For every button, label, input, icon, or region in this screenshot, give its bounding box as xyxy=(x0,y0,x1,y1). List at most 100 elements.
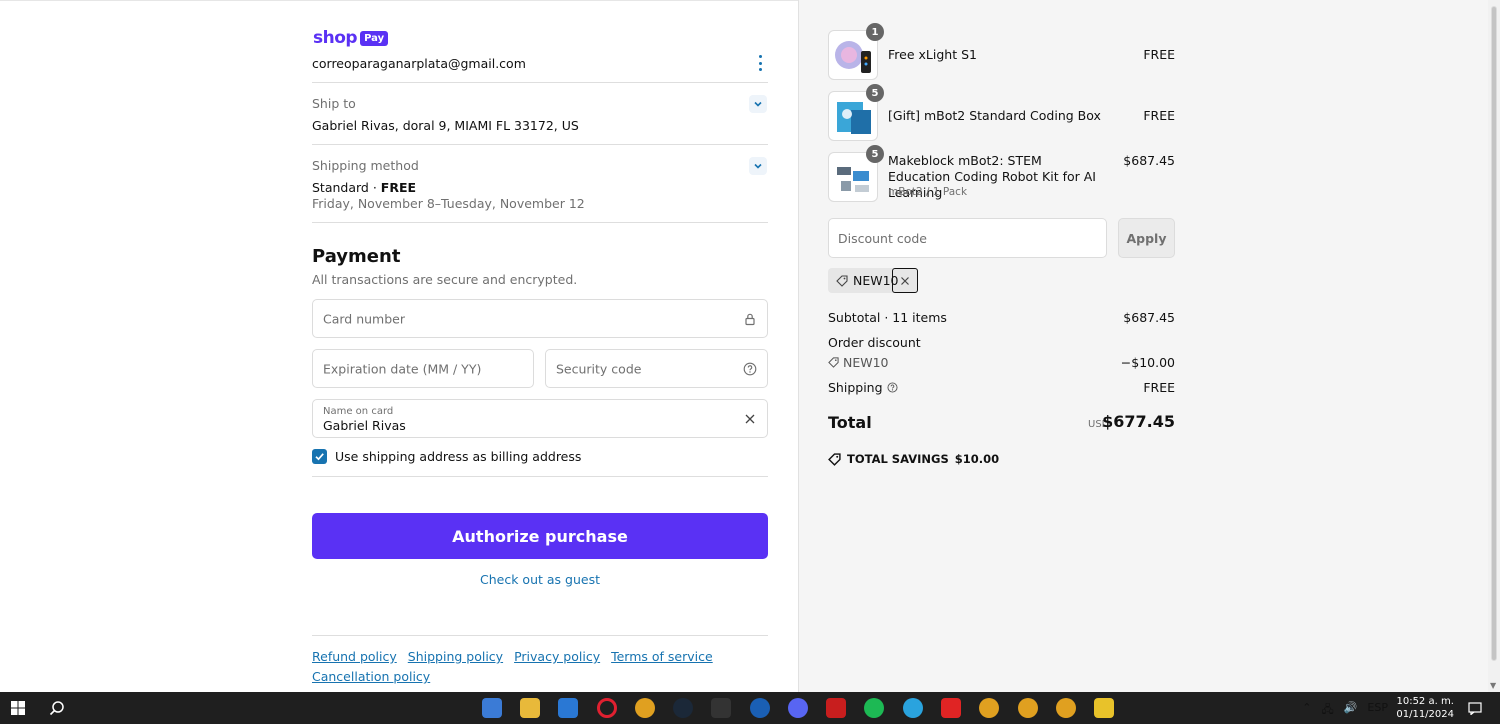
ship-to-address: Gabriel Rivas, doral 9, MIAMI FL 33172, … xyxy=(312,118,579,133)
billing-address-checkbox[interactable] xyxy=(312,449,327,464)
chrome-icon[interactable] xyxy=(979,698,999,718)
app-icon[interactable] xyxy=(750,698,770,718)
security-code-field[interactable]: Security code xyxy=(545,349,768,388)
help-circle-icon[interactable] xyxy=(886,382,898,393)
help-circle-icon[interactable] xyxy=(743,362,757,376)
shipping-row: Shipping FREE xyxy=(828,380,1175,395)
file-explorer-icon[interactable] xyxy=(520,698,540,718)
network-icon[interactable]: 🖧 xyxy=(1321,701,1333,720)
order-item: 5 [Gift] mBot2 Standard Coding Box FREE xyxy=(828,84,1175,141)
scroll-down-icon[interactable]: ▼ xyxy=(1490,681,1496,690)
notifications-icon[interactable] xyxy=(1465,698,1485,718)
item-variant: mBot2 / 1 Pack xyxy=(888,186,968,198)
privacy-policy-link[interactable]: Privacy policy xyxy=(514,649,600,664)
discord-icon[interactable] xyxy=(788,698,808,718)
shipping-method-dates: Friday, November 8–Tuesday, November 12 xyxy=(312,196,585,211)
subtotal-value: $687.45 xyxy=(1123,310,1175,325)
checkout-as-guest-link[interactable]: Check out as guest xyxy=(312,572,768,587)
item-name: Free xLight S1 xyxy=(888,47,977,62)
shipping-method-expand-button[interactable] xyxy=(749,157,767,175)
subtotal-row: Subtotal · 11 items $687.45 xyxy=(828,310,1175,325)
discount-code-row: NEW10 −$10.00 xyxy=(828,355,1175,370)
shipping-method-name: Standard · FREE xyxy=(312,180,416,195)
item-price: FREE xyxy=(1143,47,1175,62)
clock[interactable]: 10:52 a. m. 01/11/2024 xyxy=(1396,695,1454,721)
app-yellow-icon[interactable] xyxy=(1094,698,1114,718)
subtotal-label: Subtotal · 11 items xyxy=(828,310,947,325)
cancellation-policy-link[interactable]: Cancellation policy xyxy=(312,669,430,684)
language-indicator[interactable]: ESP xyxy=(1367,701,1388,720)
windows-start-icon[interactable] xyxy=(8,698,28,718)
card-number-placeholder: Card number xyxy=(323,311,406,326)
chevron-down-icon xyxy=(754,163,762,169)
divider xyxy=(312,82,768,83)
discount-code-name: NEW10 xyxy=(842,355,889,370)
authorize-purchase-button[interactable]: Authorize purchase xyxy=(312,513,768,559)
expiration-date-field[interactable]: Expiration date (MM / YY) xyxy=(312,349,534,388)
name-on-card-field[interactable]: Name on card Gabriel Rivas xyxy=(312,399,768,438)
discount-code-input[interactable]: Discount code xyxy=(828,218,1107,258)
shipping-method-label: Shipping method xyxy=(312,158,419,173)
clear-icon[interactable] xyxy=(743,412,757,426)
refund-policy-link[interactable]: Refund policy xyxy=(312,649,397,664)
spotify-icon[interactable] xyxy=(864,698,884,718)
order-item: 1 Free xLight S1 FREE xyxy=(828,23,1175,80)
scrollbar-thumb[interactable] xyxy=(1491,6,1497,661)
security-code-placeholder: Security code xyxy=(556,361,642,376)
chrome-icon[interactable] xyxy=(635,698,655,718)
checkmark-icon xyxy=(315,453,324,461)
clock-date: 01/11/2024 xyxy=(1396,709,1454,720)
shipping-value: FREE xyxy=(1143,380,1175,395)
ship-to-expand-button[interactable] xyxy=(749,95,767,113)
lock-icon xyxy=(745,313,755,325)
page-scrollbar[interactable]: ▼ xyxy=(1488,0,1500,692)
payment-title: Payment xyxy=(312,246,401,267)
store-icon[interactable] xyxy=(482,698,502,718)
name-on-card-value: Gabriel Rivas xyxy=(323,418,406,433)
shipping-policy-link[interactable]: Shipping policy xyxy=(408,649,503,664)
app-red-icon[interactable] xyxy=(941,698,961,718)
chevron-up-icon[interactable]: ⌃ xyxy=(1302,701,1311,720)
quantity-badge: 5 xyxy=(866,145,884,163)
divider xyxy=(312,144,768,145)
terms-of-service-link[interactable]: Terms of service xyxy=(611,649,713,664)
checkout-as-guest-label: Check out as guest xyxy=(480,572,600,587)
total-label: Total xyxy=(828,413,872,432)
tag-icon xyxy=(836,274,848,287)
volume-icon[interactable]: 🔊 xyxy=(1344,701,1358,720)
epic-games-icon[interactable] xyxy=(711,698,731,718)
policy-links: Refund policy Shipping policy Privacy poli… xyxy=(312,647,768,687)
divider xyxy=(312,222,768,223)
system-tray: ⌃ 🖧 🔊 ESP xyxy=(1302,701,1388,720)
checkout-form-panel: shop Pay correoparaganarplata@gmail.com … xyxy=(0,0,798,692)
close-icon xyxy=(901,276,909,285)
item-name: [Gift] mBot2 Standard Coding Box xyxy=(888,108,1101,123)
mail-icon[interactable] xyxy=(558,698,578,718)
windows-taskbar: ⌃ 🖧 🔊 ESP 10:52 a. m. 01/11/2024 xyxy=(0,692,1500,724)
search-icon[interactable] xyxy=(47,698,67,718)
shop-logo-pay: Pay xyxy=(360,30,389,46)
shop-pay-logo: shop Pay xyxy=(313,28,389,48)
divider xyxy=(312,476,768,477)
telegram-icon[interactable] xyxy=(903,698,923,718)
payment-subtitle: All transactions are secure and encrypte… xyxy=(312,272,578,287)
order-item: 5 Makeblock mBot2: STEM Education Coding… xyxy=(828,145,1175,212)
billing-address-label[interactable]: Use shipping address as billing address xyxy=(335,449,581,464)
quantity-badge: 5 xyxy=(866,84,884,102)
steam-icon[interactable] xyxy=(673,698,693,718)
discount-value: −$10.00 xyxy=(1120,355,1175,370)
remove-discount-button[interactable] xyxy=(892,268,918,293)
total-savings: TOTAL SAVINGS $10.00 xyxy=(828,452,999,466)
apply-discount-button[interactable]: Apply xyxy=(1118,218,1175,258)
order-discount-row: Order discount xyxy=(828,335,1175,350)
chrome-icon[interactable] xyxy=(1056,698,1076,718)
opera-icon[interactable] xyxy=(597,698,617,718)
discount-code-placeholder: Discount code xyxy=(838,231,927,246)
name-on-card-label: Name on card xyxy=(323,406,394,417)
game-icon[interactable] xyxy=(826,698,846,718)
chevron-down-icon xyxy=(754,101,762,107)
chrome-icon[interactable] xyxy=(1018,698,1038,718)
card-number-field[interactable]: Card number xyxy=(312,299,768,338)
applied-discount-chip: NEW10 xyxy=(828,268,918,293)
more-options-icon[interactable] xyxy=(755,55,765,71)
